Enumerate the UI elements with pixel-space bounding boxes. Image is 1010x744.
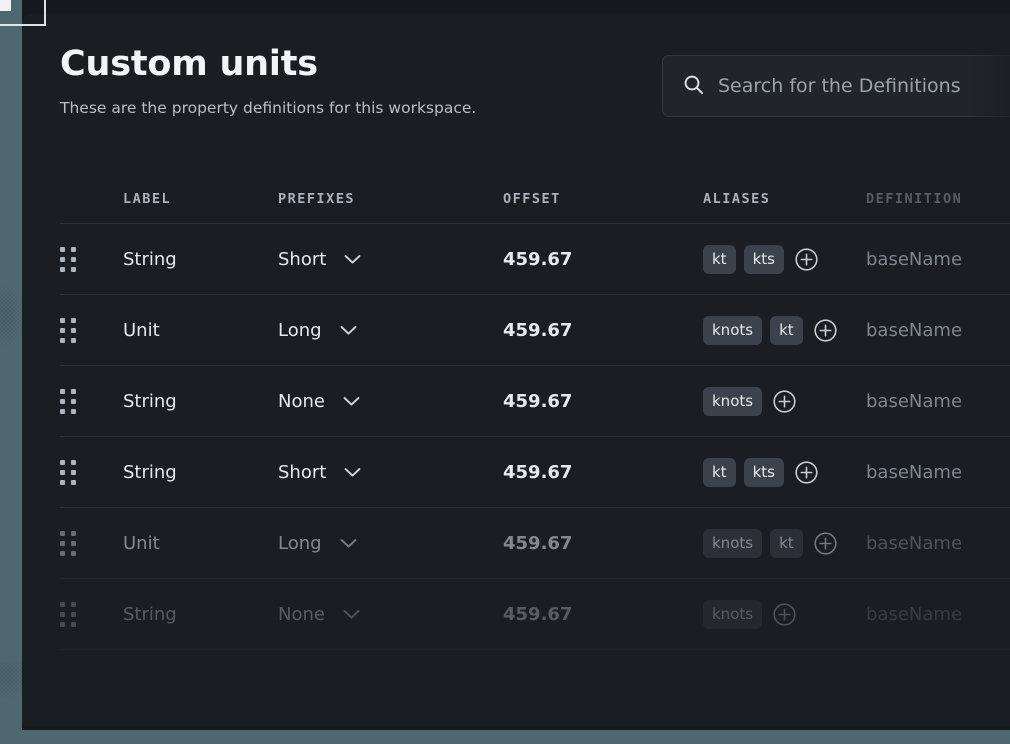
- prefix-select-value: Short: [278, 461, 327, 483]
- custom-units-card: Custom units These are the property defi…: [22, 14, 1010, 730]
- table-row[interactable]: String None 459.67 knots baseName: [60, 579, 1010, 650]
- alias-chip[interactable]: kts: [743, 457, 784, 487]
- alias-chip[interactable]: kt: [770, 315, 803, 345]
- row-handle-cell: [60, 530, 123, 556]
- row-handle-cell: [60, 388, 123, 414]
- prefix-select[interactable]: Long: [278, 533, 357, 554]
- chevron-down-icon: [343, 392, 360, 411]
- column-header-definition[interactable]: DEFINITION: [866, 191, 1010, 207]
- drag-handle-icon[interactable]: [60, 246, 76, 272]
- cell-aliases: knots: [703, 599, 866, 629]
- prefix-select-value: None: [278, 390, 325, 412]
- cell-offset: 459.67: [503, 603, 573, 625]
- alias-chip[interactable]: knots: [703, 528, 763, 558]
- add-alias-icon[interactable]: [794, 460, 819, 485]
- cell-definition: baseName: [866, 532, 963, 554]
- row-handle-cell: [60, 459, 123, 485]
- prefix-select-value: None: [278, 603, 325, 625]
- cell-prefixes: Short: [278, 249, 503, 270]
- cell-label: Unit: [123, 319, 160, 341]
- column-header-offset[interactable]: OFFSET: [503, 191, 703, 207]
- cell-definition: baseName: [866, 248, 963, 270]
- alias-chip[interactable]: knots: [703, 386, 763, 416]
- alias-chip[interactable]: knots: [703, 315, 763, 345]
- cell-offset: 459.67: [503, 248, 573, 270]
- cell-prefixes: Short: [278, 462, 503, 483]
- cell-prefixes: Long: [278, 533, 503, 554]
- prefix-select-value: Long: [278, 532, 322, 554]
- cell-aliases: kt kts: [703, 244, 866, 274]
- drag-handle-icon[interactable]: [60, 601, 76, 627]
- alias-chip[interactable]: kt: [703, 244, 736, 274]
- cell-aliases: knots kt: [703, 315, 866, 345]
- add-alias-icon[interactable]: [794, 247, 819, 272]
- cell-offset: 459.67: [503, 461, 573, 483]
- cell-definition: baseName: [866, 390, 963, 412]
- cell-label: String: [123, 248, 177, 270]
- drag-handle-icon[interactable]: [60, 388, 76, 414]
- prefix-select[interactable]: Short: [278, 462, 361, 483]
- chevron-down-icon: [340, 321, 357, 340]
- card-content: Custom units These are the property defi…: [22, 14, 1010, 730]
- prefix-select[interactable]: None: [278, 391, 360, 412]
- table-header-row: LABEL PREFIXES OFFSET ALIASES DEFINITION: [60, 174, 1010, 224]
- alias-chip[interactable]: kt: [703, 457, 736, 487]
- cell-aliases: kt kts: [703, 457, 866, 487]
- alias-chip[interactable]: knots: [703, 599, 763, 629]
- chevron-down-icon: [343, 605, 360, 624]
- definitions-table: LABEL PREFIXES OFFSET ALIASES DEFINITION…: [60, 174, 1010, 730]
- chevron-down-icon: [340, 534, 357, 553]
- add-alias-icon[interactable]: [772, 602, 797, 627]
- row-handle-cell: [60, 317, 123, 343]
- column-header-aliases[interactable]: ALIASES: [703, 191, 866, 207]
- cell-offset: 459.67: [503, 390, 573, 412]
- cell-aliases: knots kt: [703, 528, 866, 558]
- add-alias-icon[interactable]: [813, 318, 838, 343]
- column-header-prefixes[interactable]: PREFIXES: [278, 191, 503, 207]
- chevron-down-icon: [344, 463, 361, 482]
- row-handle-cell: [60, 246, 123, 272]
- drag-handle-icon[interactable]: [60, 317, 76, 343]
- app-window: Custom units These are the property defi…: [0, 0, 1010, 744]
- cell-prefixes: None: [278, 391, 503, 412]
- cell-label: String: [123, 461, 177, 483]
- alias-chip[interactable]: kt: [770, 528, 803, 558]
- table-row[interactable]: String None 459.67 knots baseName: [60, 366, 1010, 437]
- cell-aliases: knots: [703, 386, 866, 416]
- add-alias-icon[interactable]: [813, 531, 838, 556]
- cell-offset: 459.67: [503, 532, 573, 554]
- prefix-select-value: Short: [278, 248, 327, 270]
- table-row[interactable]: String Short 459.67 kt kts baseName: [60, 437, 1010, 508]
- add-alias-icon[interactable]: [772, 389, 797, 414]
- table-row[interactable]: String Short 459.67 kt kts baseName: [60, 224, 1010, 295]
- cell-definition: baseName: [866, 461, 963, 483]
- cell-label: String: [123, 390, 177, 412]
- window-corner-marker: [0, 0, 11, 11]
- cell-label: String: [123, 603, 177, 625]
- prefix-select[interactable]: Long: [278, 320, 357, 341]
- table-row[interactable]: Unit Long 459.67 knots kt baseName: [60, 508, 1010, 579]
- column-header-label[interactable]: LABEL: [123, 191, 278, 207]
- chevron-down-icon: [344, 250, 361, 269]
- backdrop-bottom-strip: [0, 730, 1010, 744]
- alias-chip[interactable]: kts: [743, 244, 784, 274]
- prefix-select[interactable]: Short: [278, 249, 361, 270]
- drag-handle-icon[interactable]: [60, 459, 76, 485]
- prefix-select[interactable]: None: [278, 604, 360, 625]
- cell-prefixes: None: [278, 604, 503, 625]
- table-body: String Short 459.67 kt kts baseName Unit Long 45…: [60, 224, 1010, 650]
- prefix-select-value: Long: [278, 319, 322, 341]
- decorative-dither-left: [0, 285, 22, 347]
- search-icon: [683, 74, 704, 99]
- cell-definition: baseName: [866, 319, 963, 341]
- row-handle-cell: [60, 601, 123, 627]
- table-row[interactable]: Unit Long 459.67 knots kt baseName: [60, 295, 1010, 366]
- search-box[interactable]: [662, 55, 1010, 117]
- search-input[interactable]: [718, 75, 1010, 97]
- drag-handle-icon[interactable]: [60, 530, 76, 556]
- cell-label: Unit: [123, 532, 160, 554]
- cell-offset: 459.67: [503, 319, 573, 341]
- cell-definition: baseName: [866, 603, 963, 625]
- cell-prefixes: Long: [278, 320, 503, 341]
